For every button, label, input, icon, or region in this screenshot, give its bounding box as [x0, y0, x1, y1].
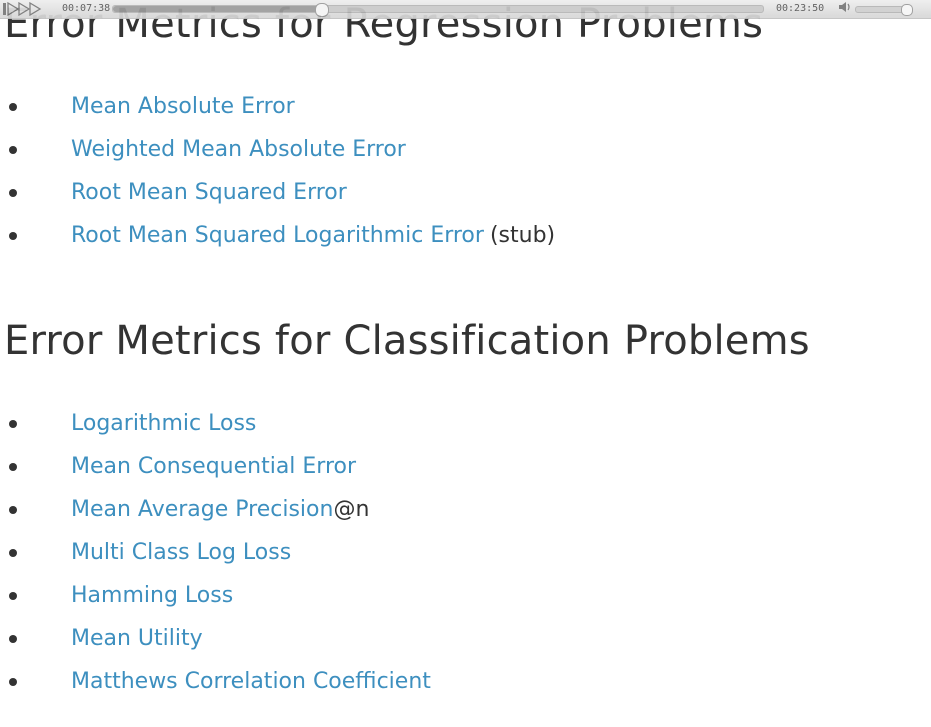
list-item-text: Weighted Mean Absolute Error: [71, 128, 406, 171]
metric-link[interactable]: Mean Consequential Error: [71, 454, 356, 479]
metric-link[interactable]: Root Mean Squared Logarithmic Error: [71, 223, 484, 248]
bullet-icon: [9, 146, 17, 154]
seek-bar[interactable]: [112, 3, 764, 17]
metric-link[interactable]: Mean Utility: [71, 626, 203, 651]
play-icon: [3, 2, 42, 16]
bullet-icon: [9, 189, 17, 197]
bullet-icon: [9, 463, 17, 471]
volume-slider[interactable]: [855, 4, 913, 16]
metric-suffix: (stub): [489, 223, 556, 248]
list-item-text: Root Mean Squared Error: [71, 171, 347, 214]
bullet-icon: [9, 232, 17, 240]
list-item-text: Root Mean Squared Logarithmic Error (stub…: [71, 214, 555, 257]
metric-link[interactable]: Mean Average Precision: [71, 497, 333, 522]
list-item-text: Mean Average Precision@n: [71, 488, 369, 531]
total-time: 00:23:50: [776, 3, 825, 14]
metric-link[interactable]: Multi Class Log Loss: [71, 540, 291, 565]
metric-link[interactable]: Root Mean Squared Error: [71, 180, 347, 205]
volume-thumb[interactable]: [900, 4, 913, 16]
video-player-bar: 00:07:38 00:23:50: [0, 0, 931, 19]
bullet-icon: [9, 103, 17, 111]
bullet-icon: [9, 420, 17, 428]
seek-bar-fill: [113, 6, 321, 12]
list-item-text: Mean Absolute Error: [71, 85, 295, 128]
metric-link[interactable]: Hamming Loss: [71, 583, 233, 608]
list-item-text: Matthews Correlation Coefficient: [71, 660, 431, 703]
metric-link[interactable]: Mean Absolute Error: [71, 94, 295, 119]
bullet-icon: [9, 635, 17, 643]
play-button[interactable]: [0, 0, 42, 18]
metric-suffix: @n: [333, 497, 370, 522]
list-item-text: Hamming Loss: [71, 574, 233, 617]
list-item-text: Mean Consequential Error: [71, 445, 356, 488]
list-item-text: Logarithmic Loss: [71, 402, 256, 445]
metric-link[interactable]: Weighted Mean Absolute Error: [71, 137, 406, 162]
volume-icon[interactable]: [838, 0, 852, 18]
seek-thumb[interactable]: [315, 3, 329, 17]
bullet-icon: [9, 592, 17, 600]
metric-link[interactable]: Matthews Correlation Coefficient: [71, 669, 431, 694]
bullet-icon: [9, 506, 17, 514]
metric-link[interactable]: Logarithmic Loss: [71, 411, 256, 436]
page: 00:07:38 00:23:50 Error Metrics for Regr…: [0, 0, 931, 727]
classification-section-title: Error Metrics for Classification Problem…: [4, 318, 810, 364]
bullet-icon: [9, 549, 17, 557]
list-item-text: Mean Utility: [71, 617, 203, 660]
current-time: 00:07:38: [62, 3, 111, 14]
list-item-text: Multi Class Log Loss: [71, 531, 291, 574]
bullet-icon: [9, 678, 17, 686]
